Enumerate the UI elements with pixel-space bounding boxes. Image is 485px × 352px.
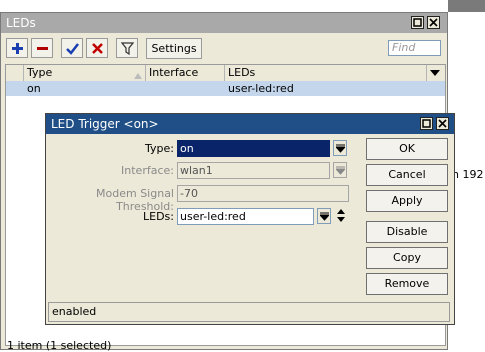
dialog-title: LED Trigger <on> — [51, 117, 159, 131]
leds-label: LEDs: — [143, 210, 174, 223]
leds-window-title: LEDs — [6, 16, 36, 30]
close-icon — [438, 119, 447, 128]
dialog-titlebar[interactable]: LED Trigger <on> — [46, 114, 454, 134]
cell-leds: user-led:red — [228, 82, 294, 95]
background-text-fragment: n 192 — [452, 168, 484, 181]
settings-button[interactable]: Settings — [146, 38, 202, 59]
interface-label: Interface: — [121, 164, 174, 177]
table-header: Type Interface LEDs — [6, 65, 445, 82]
type-dropdown-button[interactable] — [333, 140, 347, 156]
modem-threshold-input: -70 — [177, 185, 349, 202]
close-button[interactable] — [427, 16, 440, 29]
columns-menu-button[interactable] — [427, 65, 445, 81]
maximize-icon — [413, 18, 422, 27]
maximize-icon — [422, 119, 431, 128]
column-header-leds[interactable]: LEDs — [225, 65, 427, 81]
interface-dropdown-button — [333, 162, 347, 178]
chevron-down-icon — [336, 166, 345, 175]
cell-type: on — [27, 82, 41, 95]
minus-icon — [37, 47, 48, 50]
leds-reorder-arrows[interactable] — [336, 208, 346, 226]
add-button[interactable] — [6, 38, 28, 58]
chevron-down-icon — [430, 70, 440, 76]
filter-icon — [121, 42, 134, 55]
leds-select[interactable]: user-led:red — [177, 208, 314, 225]
cancel-button[interactable]: Cancel — [366, 164, 448, 186]
chevron-down-icon — [336, 144, 345, 153]
type-label: Type: — [145, 142, 174, 155]
leds-toolbar: Settings Find — [1, 33, 447, 63]
leds-window-titlebar[interactable]: LEDs — [1, 13, 447, 33]
table-row[interactable]: on user-led:red — [6, 81, 445, 96]
plus-icon — [12, 43, 23, 54]
close-icon — [429, 18, 438, 27]
up-down-arrows-icon — [337, 209, 345, 222]
interface-select: wlan1 — [177, 162, 330, 179]
dialog-maximize-button[interactable] — [420, 117, 433, 130]
check-icon — [66, 43, 79, 55]
disable-button[interactable] — [86, 38, 108, 58]
chevron-down-icon — [320, 212, 329, 221]
type-select[interactable]: on — [177, 140, 330, 157]
remove-button[interactable] — [31, 38, 53, 58]
enable-button[interactable] — [61, 38, 83, 58]
column-header-interface[interactable]: Interface — [146, 65, 225, 81]
disable-button[interactable]: Disable — [366, 221, 448, 243]
x-icon — [92, 43, 103, 54]
leds-status-bar: 1 item (1 selected) — [7, 339, 112, 352]
remove-button[interactable]: Remove — [366, 273, 448, 295]
ok-button[interactable]: OK — [366, 138, 448, 160]
dialog-close-button[interactable] — [436, 117, 449, 130]
copy-button[interactable]: Copy — [366, 247, 448, 269]
led-trigger-dialog: LED Trigger <on> Type: on Interface: wla… — [45, 113, 455, 325]
row-marker-header — [6, 65, 24, 81]
filter-button[interactable] — [116, 38, 138, 58]
column-header-type[interactable]: Type — [24, 65, 146, 81]
apply-button[interactable]: Apply — [366, 190, 448, 212]
maximize-button[interactable] — [411, 16, 424, 29]
find-input[interactable]: Find — [388, 40, 441, 56]
leds-dropdown-button[interactable] — [317, 208, 331, 224]
cell-interface — [146, 81, 225, 96]
dialog-status-bar: enabled — [48, 302, 450, 322]
